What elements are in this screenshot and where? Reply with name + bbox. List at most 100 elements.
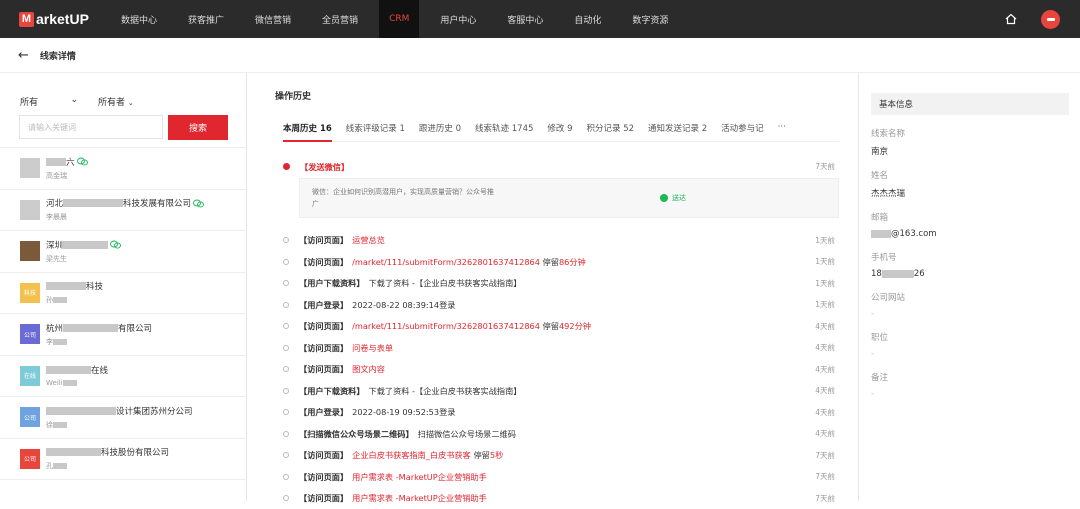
lead-name: 科技 [46,280,103,292]
timeline-item: 【扫描微信公众号场景二维码】扫描微信公众号场景二维码4天前 [283,423,839,445]
page-header: ← 线索详情 [0,38,1080,73]
lead-avatar [20,200,40,220]
page-link[interactable]: 运营总览 [352,235,385,245]
lead-avatar: 公司 [20,324,40,344]
lead-contact: 徐 [46,420,193,430]
search-button[interactable]: 搜索 [168,115,228,140]
list-item[interactable]: 公司设计集团苏州分公司徐 [0,397,247,439]
history-title: 操作历史 [275,89,840,102]
avatar[interactable] [1041,10,1060,29]
lead-list: 六高金瑞河北科技发展有限公司李晨晨深圳梁先生科技科技孙公司杭州有限公司李在线在线… [0,147,247,480]
info-field: 邮箱@163.com [871,211,1080,239]
page-link[interactable]: 企业白皮书获客指南_白皮书获客 [352,450,471,460]
timeline-item: 【访问页面】运营总览1天前 [283,230,839,252]
nav-item[interactable]: 微信营销 [245,0,301,38]
tab-history[interactable]: 线索评级记录 1 [346,122,405,141]
lead-contact: 李 [46,337,152,347]
lead-avatar: 在线 [20,366,40,386]
lead-list-panel: 所有⌄ 所有者 ⌄ 请输入关键词 搜索 六高金瑞河北科技发展有限公司李晨晨深圳梁… [0,73,247,501]
timeline-dot-icon [283,431,289,437]
wechat-icon [110,240,121,249]
page-link[interactable]: 用户需求表 -MarketUP企业营销助手 [352,472,487,482]
tab-history[interactable]: 通知发送记录 2 [648,122,707,141]
timeline-dot-icon [283,280,289,286]
owner-select[interactable]: 所有者 ⌄ [98,95,134,108]
info-title: 基本信息 [871,93,1069,115]
nav-item[interactable]: 数据中心 [111,0,167,38]
list-item[interactable]: 河北科技发展有限公司李晨晨 [0,190,247,232]
scope-select[interactable]: 所有⌄ [20,95,78,108]
chevron-down-icon: ⌄ [128,99,134,107]
back-arrow-icon[interactable]: ← [18,48,29,63]
tab-history[interactable]: 活动参与记 [721,122,764,141]
search-input[interactable]: 请输入关键词 [19,115,163,139]
lead-name: 河北科技发展有限公司 [46,197,204,209]
info-field: 备注- [871,371,1080,399]
list-item[interactable]: 六高金瑞 [0,148,247,190]
more-tabs-icon[interactable]: ··· [778,122,786,141]
timeline-dot-icon [283,409,289,415]
logo-text: arketUP [36,11,89,27]
nav-item[interactable]: 用户中心 [430,0,486,38]
info-field: 公司网站- [871,291,1080,319]
wechat-dot-icon [283,163,290,170]
lead-name: 在线 [46,364,108,376]
logo[interactable]: M arketUP [19,11,101,27]
lead-avatar: 科技 [20,283,40,303]
check-icon [660,194,668,202]
lead-name: 杭州有限公司 [46,322,152,334]
nav-item[interactable]: CRM [379,0,419,38]
timeline-item: 【访问页面】问卷与表单4天前 [283,337,839,359]
page-link[interactable]: /market/111/submitForm/3262801637412864 [352,321,540,331]
lead-name: 设计集团苏州分公司 [46,405,193,417]
tab-history[interactable]: 修改 9 [547,122,572,141]
list-item[interactable]: 公司杭州有限公司李 [0,314,247,356]
lead-avatar: 公司 [20,449,40,469]
home-icon[interactable] [1005,13,1017,25]
lead-avatar [20,158,40,178]
timeline-dot-icon [283,495,289,501]
nav-item[interactable]: 全员营销 [312,0,368,38]
timeline-item: 【访问页面】/market/111/submitForm/32628016374… [283,316,839,338]
timeline-dot-icon [283,345,289,351]
history-panel: 操作历史 本周历史 16 线索评级记录 1 跟进历史 0 线索轨迹 1745 修改 9 积… [275,73,840,501]
status-badge: 送达 [660,193,686,203]
lead-contact: Weili [46,379,108,387]
logo-icon: M [19,12,34,27]
timeline-dot-icon [283,366,289,372]
page-link[interactable]: 用户需求表 -MarketUP企业营销助手 [352,493,487,503]
lead-name: 深圳 [46,239,121,251]
main-nav: 数据中心获客推广微信营销全员营销 CRM 用户中心客服中心自动化数字资源 [111,0,689,38]
lead-contact: 孙 [46,295,103,305]
tab-history[interactable]: 跟进历史 0 [419,122,461,141]
nav-item[interactable]: 自动化 [564,0,611,38]
list-item[interactable]: 科技科技孙 [0,273,247,315]
timeline-item: 【访问页面】企业白皮书获客指南_白皮书获客 停留5秒7天前 [283,445,839,467]
list-item[interactable]: 公司科技股份有限公司孔 [0,439,247,481]
info-field: 手机号1826 [871,251,1080,279]
basic-info-panel: 基本信息 线索名称南京姓名杰杰杰瑞邮箱@163.com手机号1826公司网站-职… [858,73,1080,501]
list-item[interactable]: 在线在线 Weili [0,356,247,398]
wechat-message-card: 微信：企业如何识别高潜用户，实现高质量营销？公众号推 广 送达 [299,178,839,218]
timeline-item: 【访问页面】用户需求表 -MarketUP企业营销助手7天前 [283,466,839,488]
tab-history[interactable]: 本周历史 16 [283,122,332,142]
timeline-item: 【访问页面】图文内容4天前 [283,359,839,381]
page-link[interactable]: /market/111/submitForm/3262801637412864 [352,257,540,267]
page-link[interactable]: 问卷与表单 [352,343,393,353]
timeline-dot-icon [283,302,289,308]
wechat-icon [193,199,204,208]
nav-item[interactable]: 数字资源 [622,0,678,38]
nav-item[interactable]: 客服中心 [497,0,553,38]
page-title: 线索详情 [40,49,76,62]
tab-history[interactable]: 线索轨迹 1745 [475,122,533,141]
timeline-item: 【发送微信】 7天前 [283,156,839,178]
nav-item[interactable]: 获客推广 [178,0,234,38]
timeline-item: 【访问页面】/market/111/submitForm/32628016374… [283,251,839,273]
timeline-item: 【用户登录】2022-08-22 08:39:14登录1天前 [283,294,839,316]
list-item[interactable]: 深圳梁先生 [0,231,247,273]
timeline-dot-icon [283,474,289,480]
tab-history[interactable]: 积分记录 52 [587,122,635,141]
timeline-dot-icon [283,452,289,458]
page-link[interactable]: 图文内容 [352,364,385,374]
timeline-dot-icon [283,259,289,265]
